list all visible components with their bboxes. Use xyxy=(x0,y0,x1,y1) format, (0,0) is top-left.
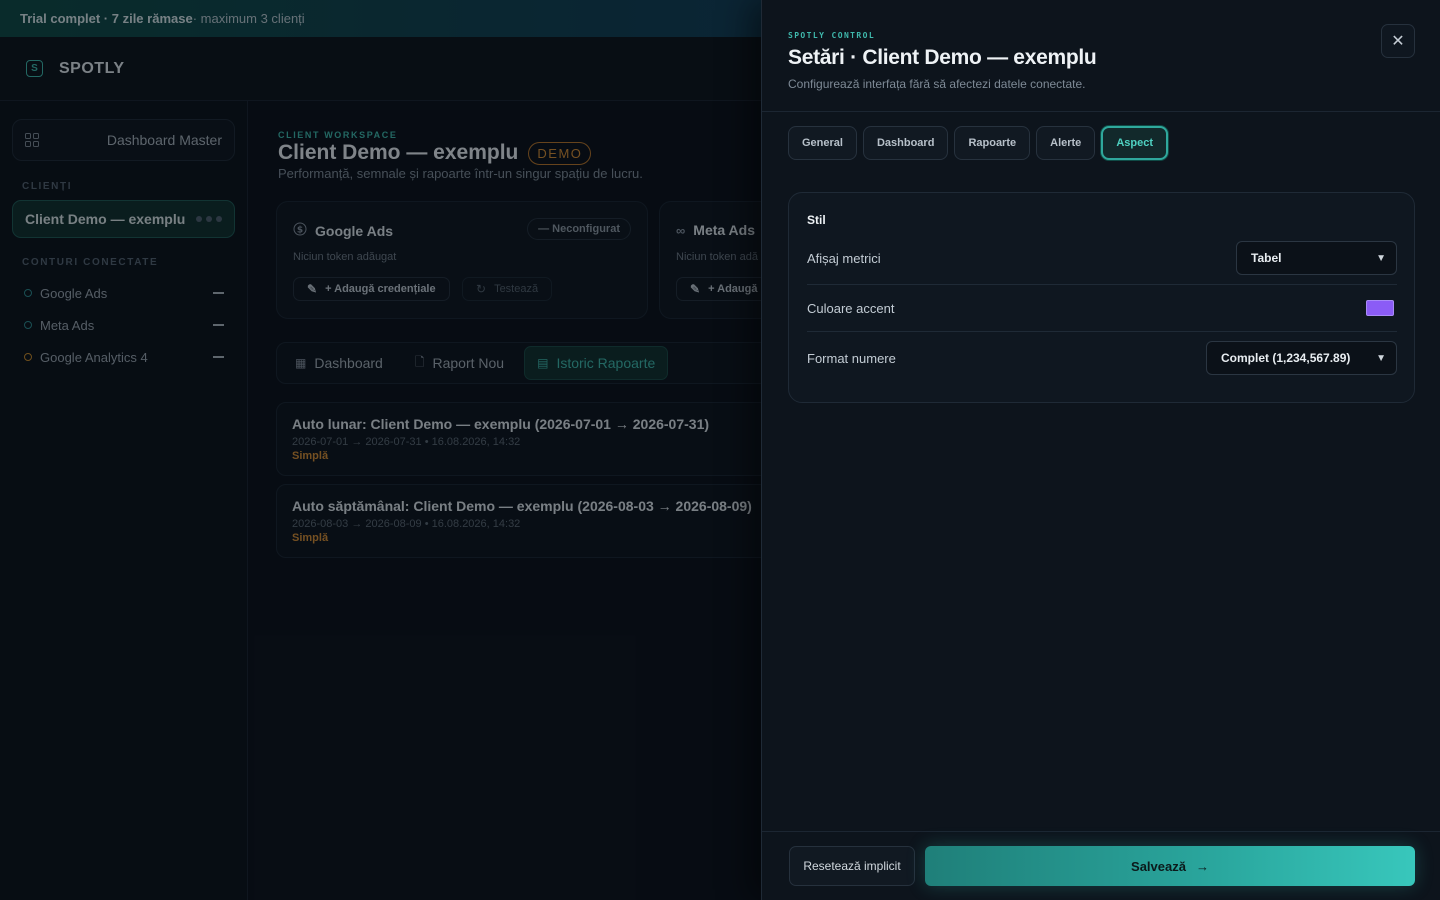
close-button[interactable]: ✕ xyxy=(1381,24,1415,58)
chevron-down-icon: ▼ xyxy=(1376,352,1386,364)
number-format-row: Format numere Complet (1,234,567.89) ▼ xyxy=(807,334,1397,382)
arrow-right-icon: → xyxy=(1195,858,1209,874)
tab-reports[interactable]: Rapoarte xyxy=(954,126,1031,160)
accent-color-label: Culoare accent xyxy=(807,300,895,316)
drawer-subtitle: Configurează interfața fără să afectezi … xyxy=(788,77,1086,91)
number-format-label: Format numere xyxy=(807,350,896,366)
number-format-select[interactable]: Complet (1,234,567.89) ▼ xyxy=(1206,341,1397,375)
divider xyxy=(762,831,1440,832)
drawer-kicker: SPOTLY CONTROL xyxy=(788,31,876,40)
accent-color-row: Culoare accent xyxy=(807,284,1397,332)
metrics-display-select[interactable]: Tabel ▼ xyxy=(1236,241,1397,275)
section-title: Stil xyxy=(807,213,826,227)
style-panel: Stil Afișaj metrici Tabel ▼ Culoare acce… xyxy=(788,192,1415,403)
tab-appearance[interactable]: Aspect xyxy=(1101,126,1168,160)
close-icon: ✕ xyxy=(1391,33,1405,50)
reset-defaults-button[interactable]: Resetează implicit xyxy=(789,846,915,886)
tab-alerts[interactable]: Alerte xyxy=(1036,126,1096,160)
divider xyxy=(762,111,1440,112)
divider xyxy=(807,331,1397,332)
settings-drawer: SPOTLY CONTROL Setări · Client Demo — ex… xyxy=(761,0,1440,900)
save-button[interactable]: Salvează → xyxy=(925,846,1415,886)
accent-color-picker[interactable] xyxy=(1366,300,1394,316)
tab-general[interactable]: General xyxy=(788,126,857,160)
chevron-down-icon: ▼ xyxy=(1376,252,1386,264)
settings-tabs: General Dashboard Rapoarte Alerte Aspect xyxy=(788,126,1168,160)
metrics-display-label: Afișaj metrici xyxy=(807,250,881,266)
tab-dashboard-settings[interactable]: Dashboard xyxy=(862,126,949,160)
number-format-value: Complet (1,234,567.89) xyxy=(1221,351,1351,365)
save-label: Salvează xyxy=(1131,858,1186,874)
modal-backdrop[interactable] xyxy=(0,0,761,900)
metrics-display-row: Afișaj metrici Tabel ▼ xyxy=(807,234,1397,282)
drawer-title: Setări · Client Demo — exemplu xyxy=(788,46,1097,69)
metrics-display-value: Tabel xyxy=(1251,251,1282,265)
